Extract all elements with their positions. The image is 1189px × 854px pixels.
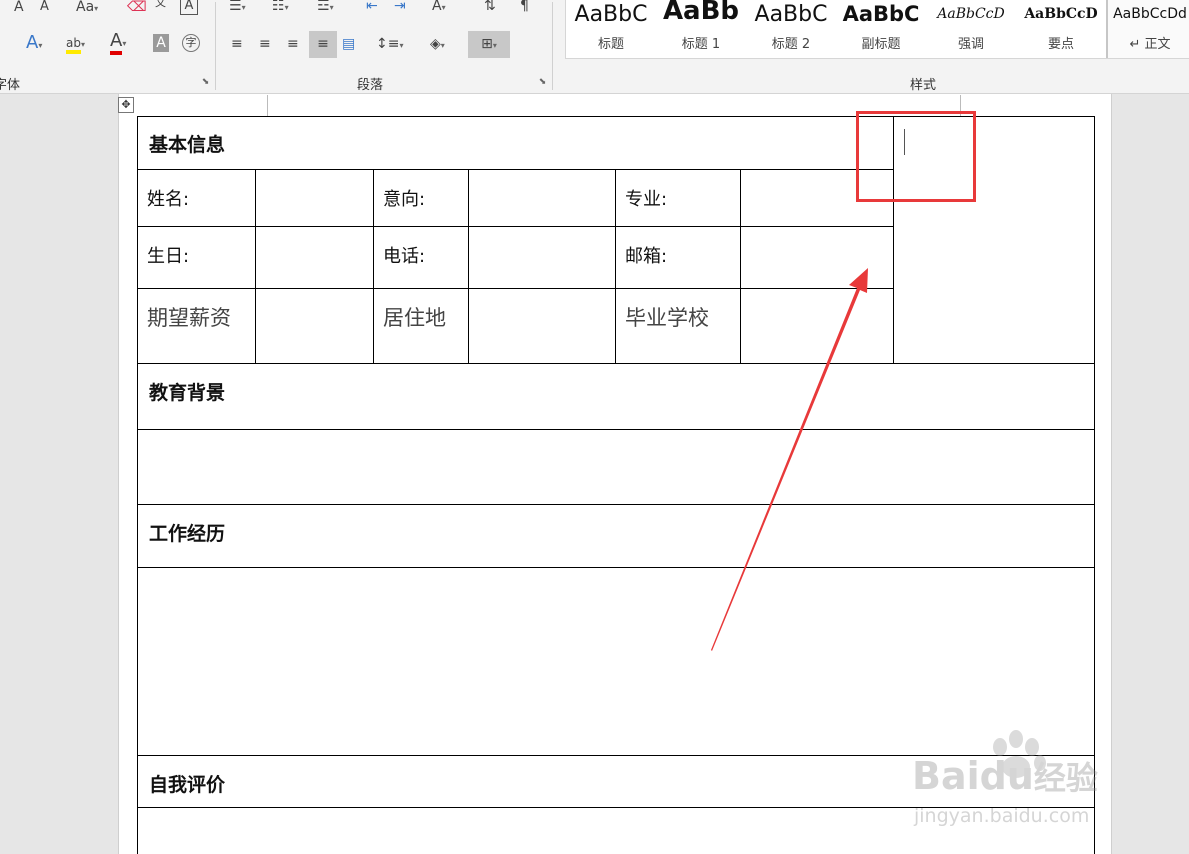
watermark-brand: Baidu经验	[912, 753, 1098, 799]
watermark-brand-name: Baidu	[912, 754, 1034, 798]
watermark-url: jingyan.baidu.com	[914, 805, 1090, 827]
watermark-brand-suffix: 经验	[1033, 759, 1098, 797]
arrow-shape	[711, 268, 868, 651]
baidu-watermark: Baidu经验 jingyan.baidu.com	[912, 725, 1132, 835]
